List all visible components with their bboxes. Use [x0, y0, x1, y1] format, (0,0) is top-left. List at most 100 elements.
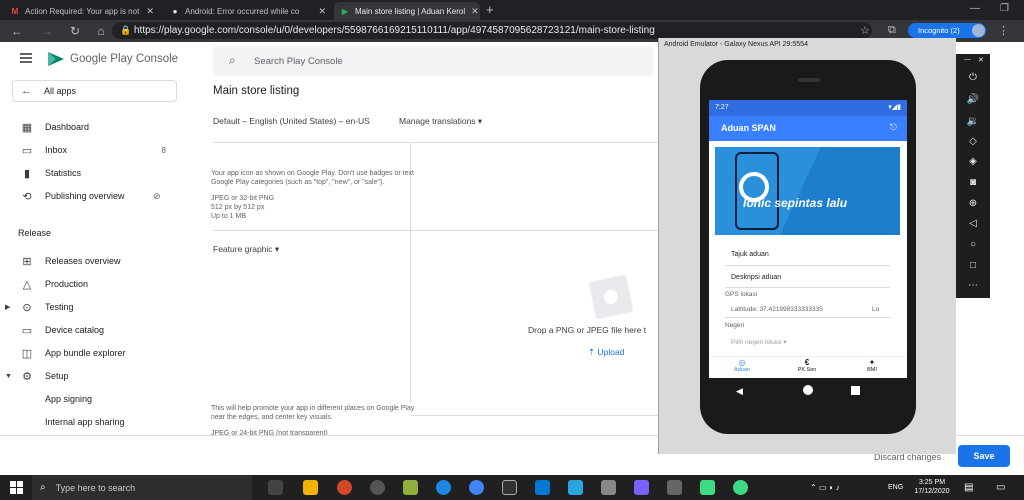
chrome-icon[interactable] [469, 480, 484, 495]
rotate-left-icon[interactable]: ◇ [956, 132, 990, 152]
home-icon[interactable]: ○ [956, 235, 990, 255]
play-console-icon: ▶ [341, 6, 349, 16]
action-center-icon[interactable]: ▭ [996, 482, 1005, 493]
terminal-icon[interactable] [502, 480, 517, 495]
all-apps-button[interactable]: ← All apps [12, 80, 177, 102]
power-icon[interactable]: ⏻ [956, 68, 990, 88]
sidebar-item-inbox[interactable]: ▭ Inbox 8 [0, 140, 200, 160]
android-home-icon[interactable] [803, 385, 813, 395]
logout-icon[interactable]: ⎋ [890, 122, 897, 133]
tab-github[interactable]: ● Android: Error occurred while co ✕ [164, 2, 332, 20]
hamburger-menu-icon[interactable] [20, 53, 32, 63]
close-icon[interactable]: ✕ [312, 6, 326, 17]
divider [725, 317, 890, 318]
android-back-icon[interactable]: ◀ [736, 386, 743, 397]
save-button[interactable]: Save [958, 445, 1010, 467]
task-view-icon[interactable] [268, 480, 283, 495]
clock[interactable]: 3:25 PM 17/12/2020 [910, 478, 954, 496]
expand-icon[interactable]: ▼ [5, 373, 12, 380]
emulator-icon[interactable] [733, 480, 748, 495]
close-icon[interactable]: ✕ [978, 56, 984, 64]
inbox-icon: ▭ [21, 144, 33, 157]
sidebar-item-setup[interactable]: ▼ ⚙ Setup [0, 366, 200, 386]
app-icon[interactable] [667, 480, 682, 495]
forward-icon[interactable]: → [40, 24, 54, 38]
home-icon[interactable]: ⌂ [94, 24, 108, 38]
close-icon[interactable]: ✕ [465, 6, 479, 17]
minimize-icon[interactable]: — [964, 56, 971, 63]
sidebar-item-statistics[interactable]: ▮ Statistics [0, 163, 200, 183]
manage-translations-button[interactable]: Manage translations ▾ [399, 116, 482, 127]
volume-up-icon[interactable]: 🔊 [956, 90, 990, 110]
volume-down-icon[interactable]: 🔉 [956, 112, 990, 132]
file-explorer-icon[interactable] [303, 480, 318, 495]
expand-icon[interactable]: ▶ [5, 303, 10, 311]
description-field[interactable]: Deskripsi aduan [731, 274, 781, 281]
sidebar-item-device-catalog[interactable]: ▭ Device catalog [0, 320, 200, 340]
gmail-icon: M [11, 6, 19, 16]
camera-icon[interactable]: ◙ [956, 173, 990, 193]
language-selector[interactable]: Default – English (United States) – en-U… [213, 116, 370, 126]
paint-icon[interactable] [403, 480, 418, 495]
github-icon: ● [172, 6, 178, 16]
back-icon[interactable]: ◁ [956, 214, 990, 234]
sidebar-item-app-bundle-explorer[interactable]: ◫ App bundle explorer [0, 343, 200, 363]
incognito-badge[interactable]: Incognito (2) [908, 23, 986, 38]
title-field[interactable]: Tajuk aduan [731, 251, 769, 258]
state-select[interactable]: Pilih negeri lokasi ▾ [731, 338, 787, 346]
page-title: Main store listing [213, 85, 300, 97]
upload-button[interactable]: ⇡ Upload [588, 347, 624, 358]
drop-zone-text[interactable]: Drop a PNG or JPEG file here t [528, 325, 646, 335]
sidebar-item-publishing-overview[interactable]: ⟲ Publishing overview [0, 186, 200, 206]
visual-studio-icon[interactable] [568, 480, 583, 495]
android-studio-icon[interactable] [700, 480, 715, 495]
github-desktop-icon[interactable] [370, 480, 385, 495]
search-input[interactable]: ⌕ Search Play Console [213, 46, 653, 76]
divider [725, 265, 890, 266]
sidebar-item-testing[interactable]: ▶ ⊙ Testing [0, 297, 200, 317]
sidebar-item-dashboard[interactable]: ▦ Dashboard [0, 117, 200, 137]
tab-pk-sen[interactable]: € PK Sen [792, 358, 822, 373]
edge-icon[interactable] [436, 480, 451, 495]
language-indicator[interactable]: ENG [888, 484, 903, 491]
notifications-icon[interactable]: ▤ [964, 482, 973, 493]
back-icon[interactable]: ← [10, 24, 24, 38]
extensions-icon[interactable]: ⧉ [888, 24, 896, 37]
sidebar-item-releases-overview[interactable]: ⊞ Releases overview [0, 251, 200, 271]
production-icon: △ [22, 278, 32, 291]
main-content: Main store listing Default – English (Un… [200, 80, 658, 435]
overview-icon[interactable]: □ [956, 256, 990, 276]
tab-bmi[interactable]: ✦ BMI [857, 358, 887, 373]
new-tab-button[interactable]: + [486, 2, 494, 17]
divider [213, 230, 658, 231]
rotate-right-icon[interactable]: ◈ [956, 152, 990, 172]
zoom-icon[interactable]: ⊕ [956, 194, 990, 214]
android-recents-icon[interactable] [851, 386, 860, 395]
gps-value[interactable]: Lattitude: 37.421998333333335 [731, 306, 823, 313]
tab-aduan[interactable]: ◎ Aduan [727, 358, 757, 373]
sidebar-item-label: Internal app sharing [45, 417, 125, 427]
tray-icons[interactable]: ⌃ ▭ ◗ ♪ [810, 483, 840, 492]
sidebar-item-app-signing[interactable]: App signing [0, 389, 200, 409]
minimize-icon[interactable]: — [970, 3, 980, 14]
restore-icon[interactable]: ❐ [1000, 3, 1009, 14]
close-icon[interactable]: ✕ [140, 6, 154, 17]
app-icon[interactable] [601, 480, 616, 495]
tab-play-console[interactable]: ▶ Main store listing | Aduan Kerol ✕ [334, 2, 480, 20]
windows-start-icon[interactable] [10, 481, 23, 494]
section-release-heading: Release [18, 228, 52, 238]
address-bar[interactable]: 🔒 https://play.google.com/console/u/0/de… [112, 22, 872, 39]
tab-gmail[interactable]: M Action Required: Your app is not ✕ [4, 2, 160, 20]
vscode-icon[interactable] [535, 480, 550, 495]
powerpoint-icon[interactable] [337, 480, 352, 495]
taskbar-search[interactable]: ⌕ Type here to search [32, 475, 252, 500]
app-icon[interactable] [634, 480, 649, 495]
star-icon[interactable]: ☆ [860, 24, 870, 37]
speaker-grill [798, 78, 820, 82]
sidebar-item-production[interactable]: △ Production [0, 274, 200, 294]
menu-icon[interactable]: ⋮ [998, 24, 1009, 37]
reload-icon[interactable]: ↻ [68, 24, 82, 38]
note-line: Google Play categories (such as "top", "… [211, 179, 385, 186]
more-icon[interactable]: ⋯ [956, 276, 990, 296]
sidebar-item-internal-app-sharing[interactable]: Internal app sharing [0, 412, 200, 432]
